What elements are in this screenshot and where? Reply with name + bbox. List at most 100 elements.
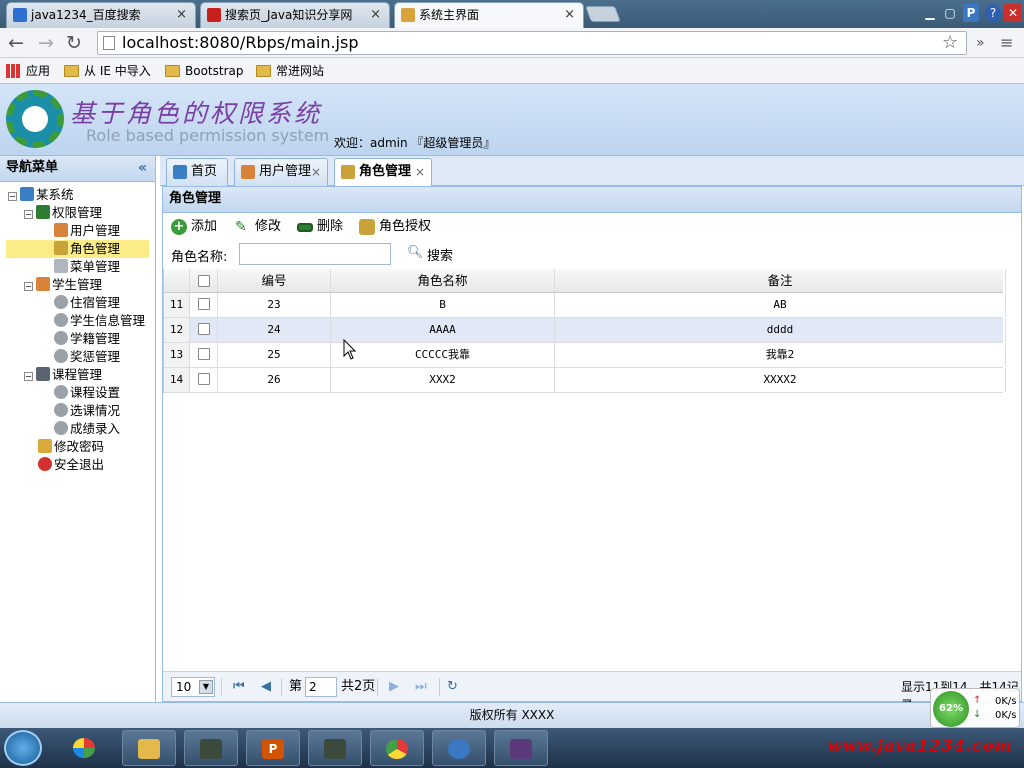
minimize-icon[interactable]: ▁ (922, 4, 938, 22)
table-row[interactable]: 13 25 CCCCC我靠 我靠2 (164, 343, 1006, 368)
delete-label: 删除 (317, 219, 344, 234)
tree-node-permissions[interactable]: − 权限管理 (24, 204, 102, 222)
tab-user-mgmt[interactable]: 用户管理 × (234, 158, 328, 186)
role-name-input[interactable] (239, 243, 391, 265)
collapse-icon[interactable]: « (138, 156, 147, 180)
add-button[interactable]: + 添加 (171, 218, 217, 236)
new-tab-button[interactable] (585, 6, 621, 22)
taskbar-app-powerpoint[interactable]: P (246, 730, 300, 766)
tree-node-lodging[interactable]: 住宿管理 (54, 294, 120, 312)
select-all-cell[interactable] (190, 269, 218, 292)
search-button[interactable]: 🔍︎ 搜索 (407, 245, 453, 264)
row-number: 13 (164, 343, 190, 367)
last-page-icon[interactable]: ⏭ (415, 678, 427, 696)
taskbar-app-editor[interactable] (184, 730, 238, 766)
row-select-cell[interactable] (190, 318, 218, 342)
collapse-toggle-icon[interactable]: − (8, 192, 17, 201)
collapse-toggle-icon[interactable]: − (24, 210, 33, 219)
close-icon[interactable]: × (176, 3, 187, 27)
row-select-cell[interactable] (190, 368, 218, 392)
first-page-icon[interactable]: ⏮ (233, 678, 245, 696)
bookmark-ie-import[interactable]: 从 IE 中导入 (64, 62, 151, 80)
taskbar-app-mysql[interactable] (432, 730, 486, 766)
browser-tab-java[interactable]: 搜索页_Java知识分享网 × (200, 2, 390, 28)
refresh-icon[interactable]: ↻ (447, 678, 458, 696)
taskbar-app-eclipse[interactable] (494, 730, 548, 766)
page-size-select[interactable]: 10 ▼ (171, 677, 215, 697)
tree-node-courses[interactable]: − 课程管理 (24, 366, 102, 384)
tree-node-enrollment[interactable]: 学籍管理 (54, 330, 120, 348)
forward-icon[interactable]: → (38, 32, 54, 54)
prev-page-icon[interactable]: ◀ (261, 678, 271, 696)
bookmark-apps[interactable]: 应用 (6, 62, 50, 80)
tree-node-menu-mgmt[interactable]: 菜单管理 (54, 258, 120, 276)
row-select-cell[interactable] (190, 293, 218, 317)
row-checkbox[interactable] (197, 298, 210, 310)
tab-role-mgmt[interactable]: 角色管理 × (334, 158, 432, 187)
page-number-input[interactable]: 2 (305, 677, 337, 697)
collapse-toggle-icon[interactable]: − (24, 282, 33, 291)
extensions-overflow-icon[interactable]: » (976, 32, 985, 54)
tree-node-course-selection[interactable]: 选课情况 (54, 402, 120, 420)
close-icon[interactable]: × (311, 159, 321, 185)
table-row[interactable]: 12 24 AAAA dddd (164, 318, 1006, 343)
row-checkbox[interactable] (197, 348, 210, 360)
tree-node-course-setup[interactable]: 课程设置 (54, 384, 120, 402)
browser-tab-main[interactable]: 系统主界面 × (394, 2, 584, 28)
menu-icon[interactable]: ≡ (1000, 32, 1013, 54)
grant-role-button[interactable]: 角色授权 (359, 218, 431, 236)
close-icon[interactable]: × (415, 159, 425, 185)
star-icon[interactable]: ☆ (942, 32, 958, 54)
bookmark-common-sites[interactable]: 常进网站 (256, 62, 324, 80)
browser-tab-baidu[interactable]: java1234_百度搜索 × (6, 2, 196, 28)
tree-node-students[interactable]: − 学生管理 (24, 276, 102, 294)
select-all-checkbox[interactable] (197, 275, 210, 287)
role-table: 编号 角色名称 备注 11 23 B AB 12 24 AAAA dddd 13 (163, 269, 1006, 393)
collapse-toggle-icon[interactable]: − (24, 372, 33, 381)
tree-node-label: 奖惩管理 (70, 349, 121, 364)
close-window-icon[interactable]: ✕ (1004, 4, 1022, 22)
chevron-down-icon[interactable]: ▼ (199, 680, 213, 694)
tree-node-logout[interactable]: 安全退出 (38, 456, 104, 474)
row-checkbox[interactable] (197, 323, 210, 335)
reload-icon[interactable]: ↻ (66, 32, 82, 54)
close-icon[interactable]: × (370, 3, 381, 27)
help-icon[interactable]: ? (985, 4, 1001, 22)
edit-button[interactable]: ✎ 修改 (235, 218, 281, 236)
column-header-id[interactable]: 编号 (218, 269, 331, 292)
delete-button[interactable]: 删除 (297, 218, 343, 236)
taskbar-app-explorer[interactable] (122, 730, 176, 766)
next-page-icon[interactable]: ▶ (389, 678, 399, 696)
close-icon[interactable]: × (564, 3, 575, 27)
tree-node-label: 成绩录入 (70, 421, 121, 436)
table-row[interactable]: 14 26 XXX2 XXXX2 (164, 368, 1006, 393)
taskbar-app-recorder[interactable] (308, 730, 362, 766)
tree-node-root[interactable]: − 某系统 (8, 186, 74, 204)
row-checkbox[interactable] (197, 373, 210, 385)
row-select-cell[interactable] (190, 343, 218, 367)
tree-node-role-mgmt[interactable]: 角色管理 (6, 240, 149, 258)
url-field[interactable]: localhost:8080/Rbps/main.jsp (97, 31, 967, 55)
tree-node-grade-entry[interactable]: 成绩录入 (54, 420, 120, 438)
browser-tab-label: 系统主界面 (419, 8, 480, 22)
page-size-value: 10 (176, 680, 192, 694)
maximize-icon[interactable]: ▢ (942, 4, 958, 22)
table-row[interactable]: 11 23 B AB (164, 293, 1006, 318)
start-button[interactable] (4, 730, 42, 766)
taskbar-app-chrome[interactable] (370, 730, 424, 766)
column-header-name[interactable]: 角色名称 (331, 269, 555, 292)
tree-node-label: 学生信息管理 (70, 313, 146, 328)
tree-node-user-mgmt[interactable]: 用户管理 (54, 222, 120, 240)
column-header-remark[interactable]: 备注 (555, 269, 1006, 292)
download-arrow-icon: ↓ (973, 709, 982, 720)
taskbar-app-photos[interactable] (58, 730, 112, 766)
bookmark-bootstrap[interactable]: Bootstrap (165, 62, 243, 80)
back-icon[interactable]: ← (8, 32, 24, 54)
menu-tree-icon (54, 259, 68, 273)
tab-label: 用户管理 (259, 164, 312, 179)
tree-node-rewards[interactable]: 奖惩管理 (54, 348, 120, 366)
tree-node-change-password[interactable]: 修改密码 (38, 438, 104, 456)
pushbullet-icon[interactable]: P (963, 4, 979, 22)
tab-home[interactable]: 首页 (166, 158, 228, 186)
tree-node-student-info[interactable]: 学生信息管理 (54, 312, 145, 330)
